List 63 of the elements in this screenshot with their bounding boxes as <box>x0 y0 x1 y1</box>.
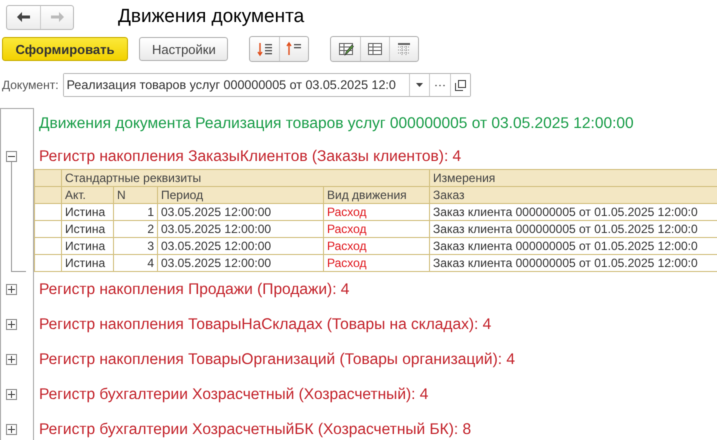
forward-arrow-icon <box>50 11 64 23</box>
table-cell <box>34 238 62 254</box>
register-heading: Регистр бухгалтерии Хозрасчетный (Хозрасчетный): 4 <box>38 384 430 404</box>
table-cell <box>34 254 62 272</box>
column-header: Заказ <box>430 186 717 204</box>
document-field[interactable]: Реализация товаров услуг 000000005 от 03.05.2025 12:0 <box>62 73 471 97</box>
column-header: N <box>114 186 158 204</box>
report-title: Движения документа Реализация товаров услуг 000000005 от 03.05.2025 12:00:00 <box>38 114 635 134</box>
expand-button[interactable] <box>6 424 17 435</box>
table-cell: 03.05.2025 12:00:00 <box>158 254 324 272</box>
table-cell: 03.05.2025 12:00:00 <box>158 204 324 220</box>
column-header: Акт. <box>62 186 114 204</box>
ellipsis-icon <box>434 84 445 86</box>
register-heading: Регистр накопления ЗаказыКлиентов (Заказы клиентов): 4 <box>38 147 462 167</box>
table-cell: 03.05.2025 12:00:00 <box>158 220 324 238</box>
open-button[interactable] <box>450 74 470 96</box>
expand-button[interactable] <box>6 389 17 400</box>
table-cell: Истина <box>62 254 114 272</box>
expand-button[interactable] <box>6 354 17 365</box>
table-icon <box>367 41 383 57</box>
register-heading: Регистр накопления ТоварыОрганизаций (Товары организаций): 4 <box>38 350 516 370</box>
register-heading: Регистр бухгалтерии ХозрасчетныйБК (Хозрасчетный БК): 8 <box>38 420 472 440</box>
table-cell <box>34 220 62 238</box>
table-cell: Истина <box>62 220 114 238</box>
table-cell: 2 <box>114 220 158 238</box>
plus-icon <box>7 285 16 294</box>
table-cell: 03.05.2025 12:00:00 <box>158 238 324 254</box>
register-heading: Регистр накопления Продажи (Продажи): 4 <box>38 280 350 300</box>
settings-button[interactable]: Настройки <box>139 37 228 61</box>
table-cell: 1 <box>114 204 158 220</box>
header-cell <box>34 170 62 186</box>
group-header: Измерения <box>430 170 717 186</box>
table-cell: Истина <box>62 204 114 220</box>
dotted-grid-icon <box>396 41 412 57</box>
group-header: Стандартные реквизиты <box>62 170 430 186</box>
register-heading: Регистр накопления ТоварыНаСкладах (Товары на складах): 4 <box>38 314 492 334</box>
table-cell: Расход <box>324 238 430 254</box>
plus-icon <box>7 425 16 434</box>
sort-up-icon <box>286 41 302 57</box>
window-title: Движения документа <box>118 6 304 28</box>
sort-down-icon <box>256 41 272 57</box>
plus-icon <box>7 390 16 399</box>
caret-icon <box>416 83 423 87</box>
collapse-button[interactable] <box>6 151 17 162</box>
plus-icon <box>7 355 16 364</box>
table-cell: 3 <box>114 238 158 254</box>
expand-button[interactable] <box>6 284 17 295</box>
plus-icon <box>7 320 16 329</box>
table-pencil-icon <box>338 41 354 57</box>
column-header: Период <box>158 186 324 204</box>
column-header: Вид движения <box>324 186 430 204</box>
open-window-icon <box>454 80 466 90</box>
table-cell: 4 <box>114 254 158 272</box>
header-cell <box>34 186 62 204</box>
table-cell: Истина <box>62 238 114 254</box>
generate-button[interactable]: Сформировать <box>2 37 128 61</box>
expand-button[interactable] <box>6 319 17 330</box>
table-cell: Расход <box>324 254 430 272</box>
table-cell: Расход <box>324 204 430 220</box>
back-arrow-icon <box>16 11 31 23</box>
table-cell: Расход <box>324 220 430 238</box>
table-cell <box>34 204 62 220</box>
document-label: Документ: <box>2 78 59 92</box>
